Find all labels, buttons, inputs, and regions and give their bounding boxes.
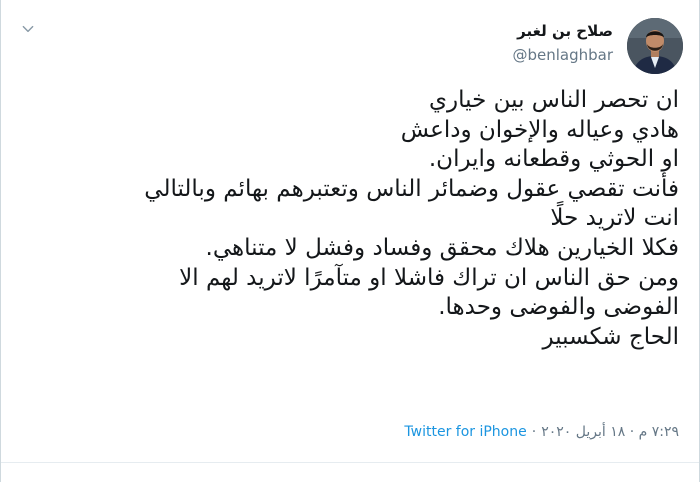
- tweet-line: فكلا الخيارين هلاك محقق وفساد وفشل لا مت…: [205, 234, 679, 261]
- tweet-timestamp[interactable]: ٧:٢٩ م · ١٨ أبريل ٢٠٢٠: [541, 424, 679, 440]
- divider: [1, 462, 699, 463]
- tweet-source-link[interactable]: Twitter for iPhone: [404, 424, 526, 440]
- tweet-line: الفوضى والفوضى وحدها.: [438, 294, 679, 321]
- tweet-line: ومن حق الناس ان تراك فاشلا او متآمرًا لا…: [179, 264, 679, 291]
- author-display-name[interactable]: صلاح بن لغبر: [517, 22, 613, 40]
- tweet-line: انت لاتريد حلًا: [550, 205, 679, 232]
- tweet-card: صلاح بن لغبر @benlaghbar ان تحصر الناس ب…: [0, 0, 700, 482]
- tweet-line: الحاج شكسبير: [542, 323, 679, 350]
- tweet-line: ان تحصر الناس بين خياري: [429, 87, 679, 113]
- tweet-line: هادي وعياله والإخوان وداعش: [400, 116, 679, 143]
- tweet-line: او الحوثي وقطعانه وايران.: [428, 146, 679, 173]
- tweet-meta: Twitter for iPhone · ٧:٢٩ م · ١٨ أبريل ٢…: [404, 424, 679, 440]
- tweet-line: فأنت تقصي عقول وضمائر الناس وتعتبرهم بها…: [144, 175, 679, 202]
- chevron-down-icon[interactable]: [21, 22, 35, 36]
- tweet-text: ان تحصر الناس بين خياري هادي وعياله والإ…: [39, 86, 679, 352]
- avatar[interactable]: [627, 18, 683, 74]
- author-handle[interactable]: @benlaghbar: [512, 46, 613, 64]
- meta-separator: ·: [531, 424, 537, 440]
